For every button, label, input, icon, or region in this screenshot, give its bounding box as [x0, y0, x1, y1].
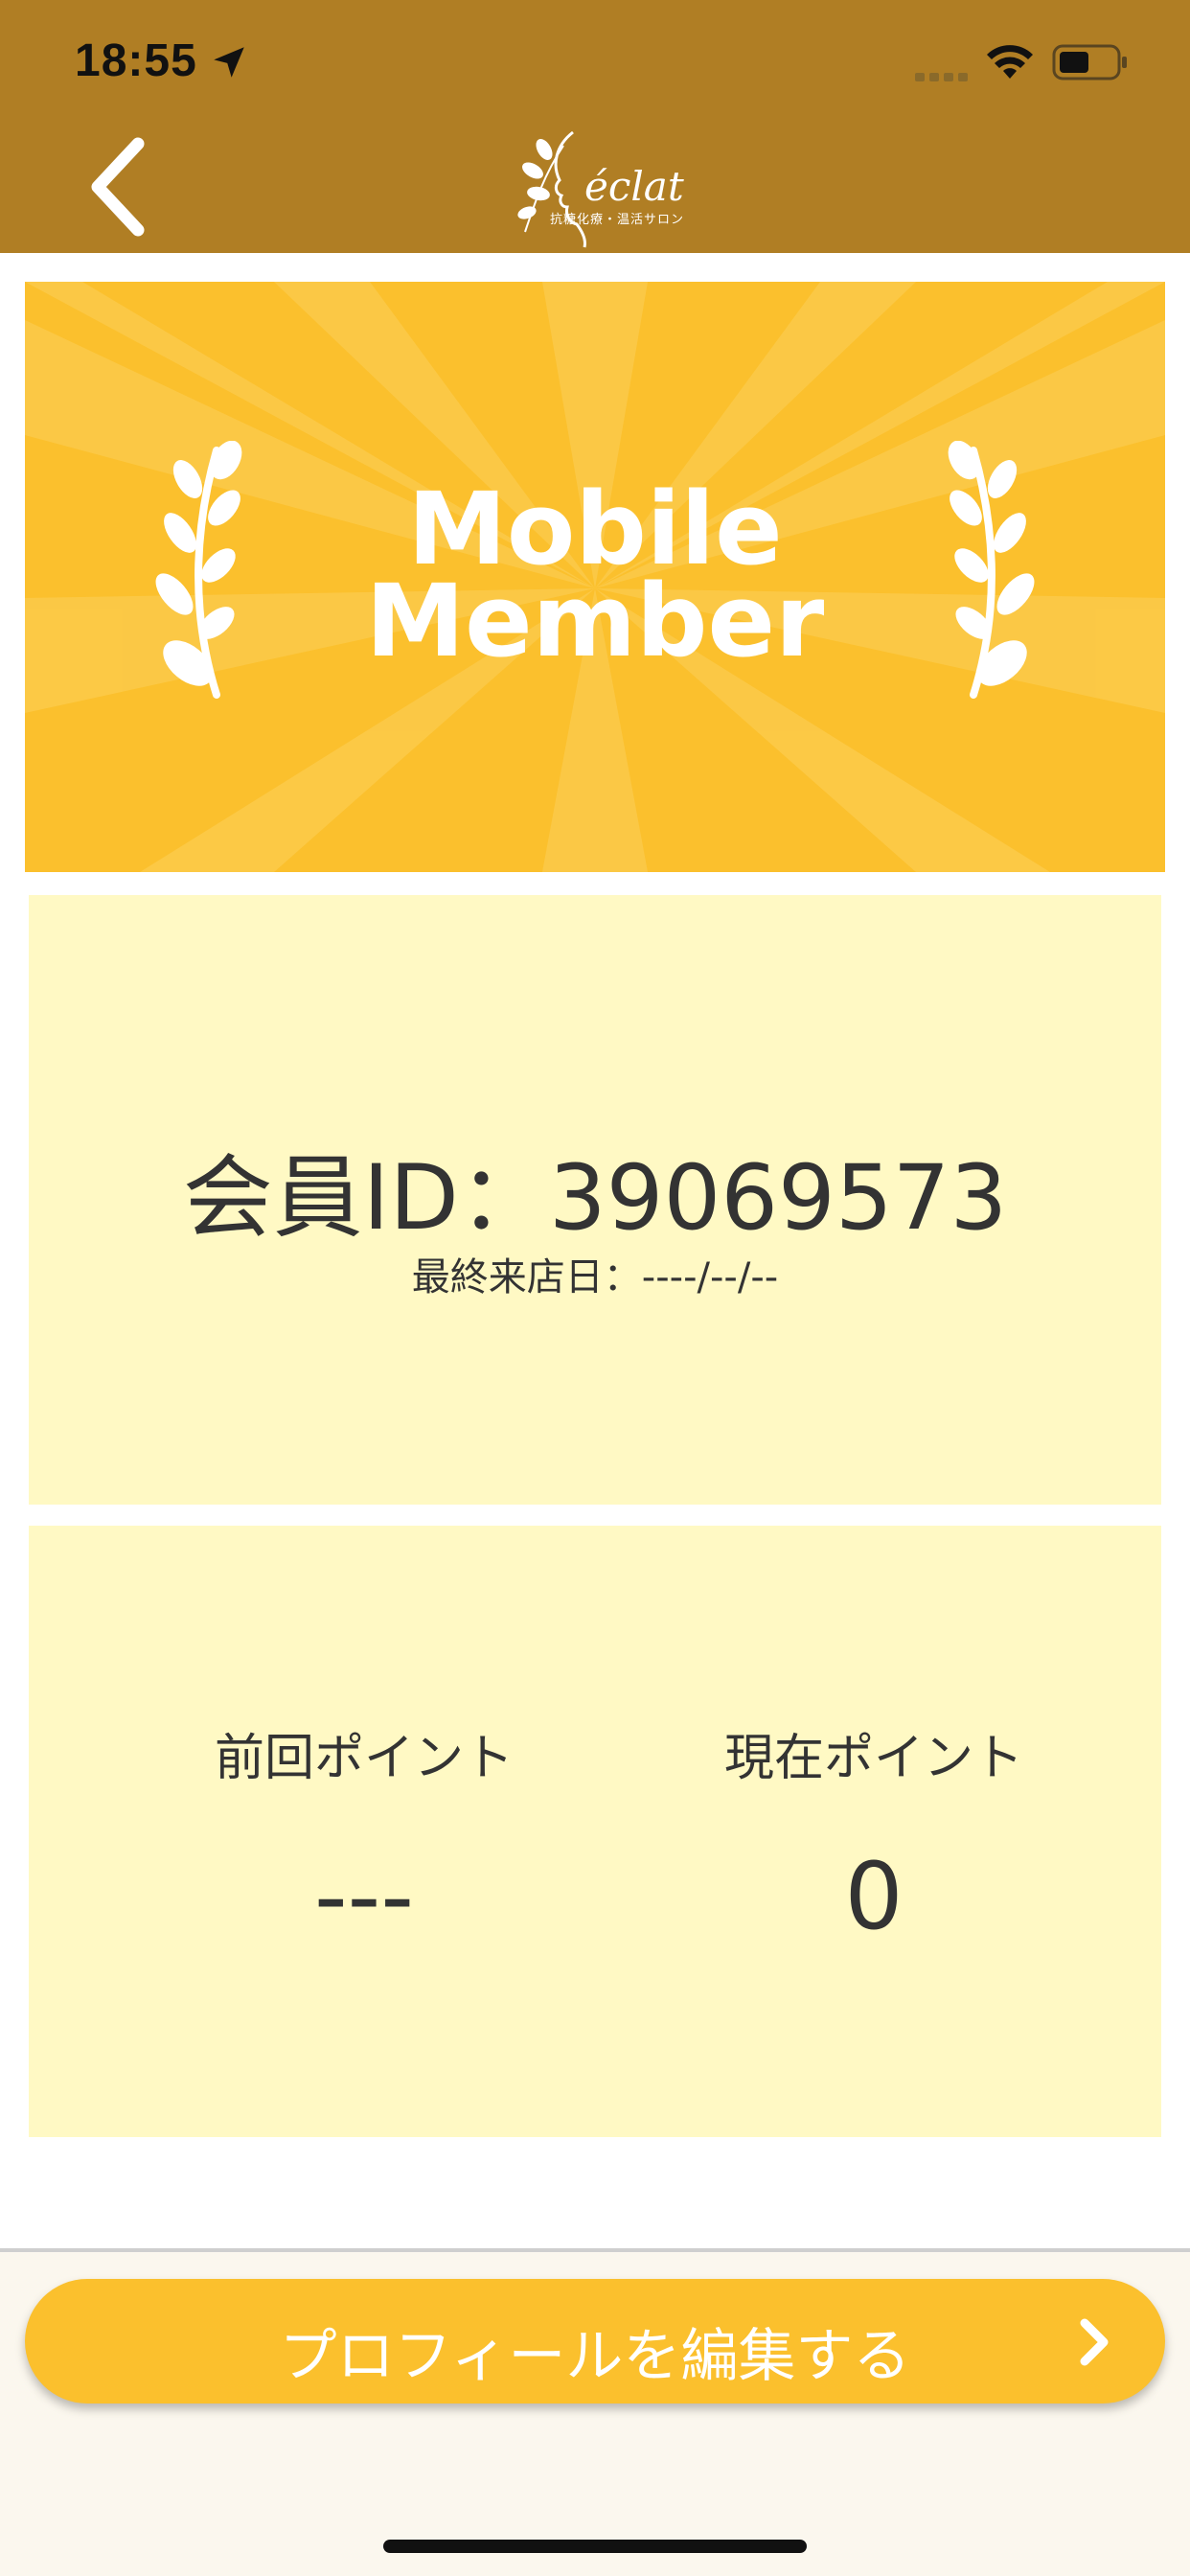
edit-profile-label: プロフィールを編集する — [279, 2323, 911, 2390]
edit-profile-button[interactable]: プロフィールを編集する — [25, 2279, 1165, 2404]
chevron-right-icon — [1080, 2318, 1109, 2366]
previous-points-value: --- — [314, 1843, 414, 1950]
member-banner: Mobile Member — [25, 282, 1165, 872]
points-card: 前回ポイント --- 現在ポイント 0 — [29, 1526, 1161, 2137]
current-points: 現在ポイント 0 — [615, 1717, 1133, 1950]
banner-title-line1: Mobile — [407, 471, 783, 587]
wifi-icon — [987, 45, 1033, 79]
cellular-signal-icon — [915, 73, 968, 81]
back-button[interactable] — [77, 134, 163, 240]
logo-text: éclat — [584, 163, 684, 210]
member-id-card: 会員ID：39069573 最終来店日：----/--/-- — [29, 895, 1161, 1505]
previous-points: 前回ポイント --- — [105, 1717, 623, 1950]
home-indicator[interactable] — [383, 2540, 807, 2553]
member-id-label: 会員ID： — [182, 1146, 549, 1251]
last-visit-date: 最終来店日：----/--/-- — [411, 1255, 779, 1300]
location-arrow-icon — [214, 47, 244, 78]
current-points-label: 現在ポイント — [723, 1730, 1023, 1787]
header-bar: 18:55 éclat 抗糖化療・温活サロン — [0, 0, 1190, 253]
previous-points-label: 前回ポイント — [214, 1730, 514, 1787]
member-id: 会員ID：39069573 — [29, 1125, 1161, 1255]
member-id-value: 39069573 — [548, 1146, 1008, 1251]
banner-title-line2: Member — [365, 563, 825, 679]
logo-subtitle: 抗糖化療・温活サロン — [550, 213, 685, 227]
status-time: 18:55 — [75, 35, 197, 86]
current-points-value: 0 — [844, 1843, 904, 1950]
battery-icon — [1052, 44, 1127, 80]
